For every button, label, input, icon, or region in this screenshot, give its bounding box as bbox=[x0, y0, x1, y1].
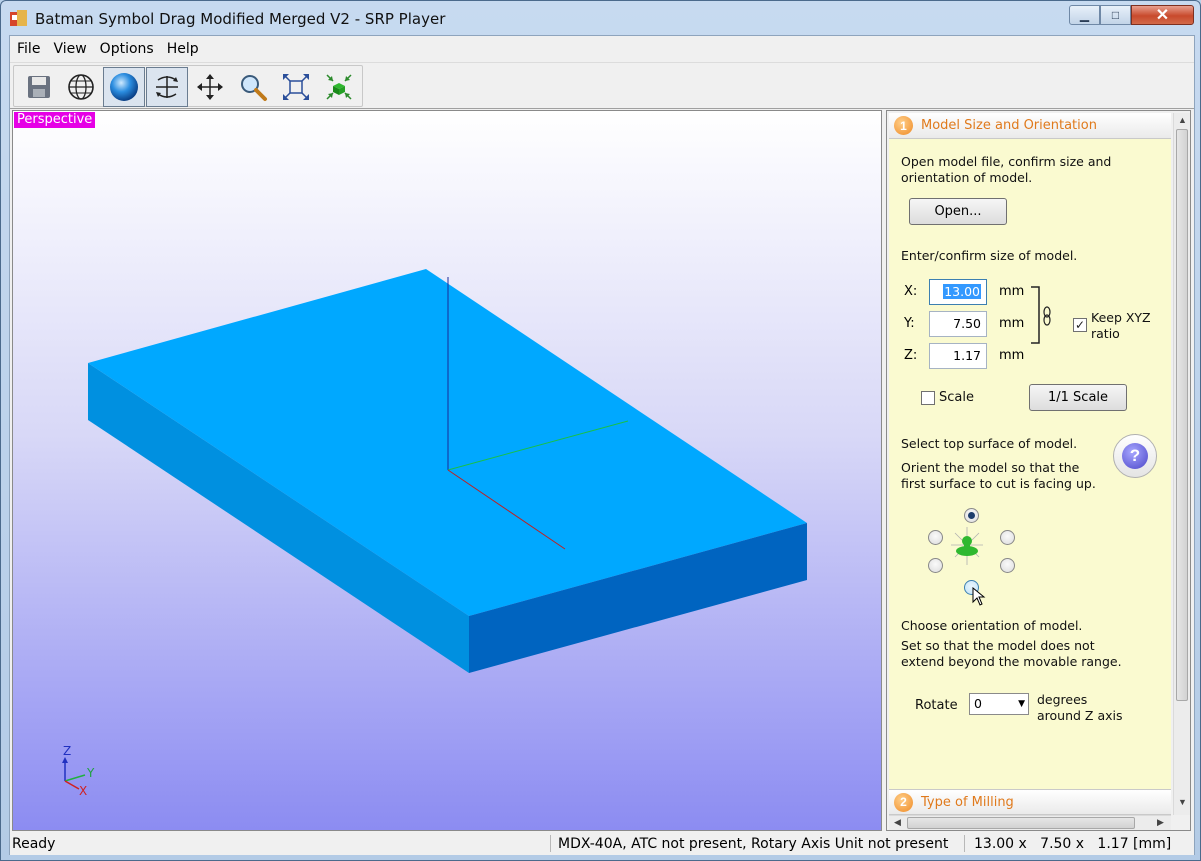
scale-label: Scale bbox=[939, 390, 974, 405]
orientation-left-top-radio[interactable] bbox=[928, 530, 943, 545]
rotate-select[interactable]: 0 ▼ bbox=[969, 693, 1029, 715]
orientation-right-top-radio[interactable] bbox=[1000, 530, 1015, 545]
triad-y-label: Y bbox=[86, 766, 95, 780]
panel-vertical-scrollbar[interactable]: ▲ ▼ bbox=[1173, 113, 1190, 815]
menu-bar: File View Options Help bbox=[10, 36, 1194, 63]
menu-help[interactable]: Help bbox=[160, 41, 205, 57]
x-unit: mm bbox=[999, 284, 1025, 299]
scroll-down-icon[interactable]: ▼ bbox=[1178, 797, 1187, 807]
help-button[interactable]: ? bbox=[1113, 434, 1157, 478]
step-number-badge: 2 bbox=[894, 792, 913, 812]
pan-view-icon bbox=[197, 74, 223, 100]
status-divider bbox=[550, 835, 551, 852]
wireframe-view-button[interactable] bbox=[60, 67, 102, 107]
view-model-button[interactable] bbox=[318, 67, 360, 107]
view-model-icon bbox=[326, 74, 352, 100]
keep-ratio-checkbox[interactable]: ✓ bbox=[1073, 318, 1087, 332]
z-unit: mm bbox=[999, 348, 1025, 363]
help-icon: ? bbox=[1122, 443, 1148, 469]
menu-file[interactable]: File bbox=[10, 41, 46, 57]
maximize-button[interactable]: □ bbox=[1100, 5, 1131, 25]
mouse-cursor-icon bbox=[972, 587, 986, 606]
top-surface-heading: Select top surface of model. bbox=[901, 436, 1078, 451]
status-bar: Ready MDX-40A, ATC not present, Rotary A… bbox=[10, 833, 1194, 855]
fit-to-window-button[interactable] bbox=[275, 67, 317, 107]
pan-view-button[interactable] bbox=[189, 67, 231, 107]
wireframe-globe-icon bbox=[68, 74, 94, 100]
axis-triad: Z Y X bbox=[62, 744, 95, 798]
status-machine: MDX-40A, ATC not present, Rotary Axis Un… bbox=[558, 836, 949, 852]
chevron-down-icon: ▼ bbox=[1018, 699, 1025, 709]
y-label: Y: bbox=[904, 316, 915, 331]
title-bar[interactable]: Batman Symbol Drag Modified Merged V2 - … bbox=[1, 1, 1200, 35]
minimize-button[interactable]: ▁ bbox=[1069, 5, 1100, 25]
link-bracket-icon bbox=[1031, 286, 1051, 344]
close-button[interactable]: ✕ bbox=[1131, 5, 1194, 25]
app-icon bbox=[10, 10, 27, 26]
status-dimensions: 13.00 x 7.50 x 1.17 [mm] bbox=[974, 836, 1172, 852]
scroll-up-icon[interactable]: ▲ bbox=[1178, 115, 1187, 125]
zoom-button[interactable] bbox=[232, 67, 274, 107]
app-window: Batman Symbol Drag Modified Merged V2 - … bbox=[0, 0, 1201, 861]
one-to-one-scale-button[interactable]: 1/1 Scale bbox=[1029, 384, 1127, 411]
orientation-description: Set so that the model does not extend be… bbox=[901, 638, 1122, 669]
scroll-right-icon[interactable]: ▶ bbox=[1157, 817, 1164, 828]
menu-view[interactable]: View bbox=[46, 41, 92, 57]
3d-viewport[interactable]: Perspective Z Y X bbox=[12, 110, 882, 831]
status-state: Ready bbox=[12, 836, 56, 852]
section-type-of-milling-header[interactable]: 2 Type of Milling bbox=[889, 789, 1171, 815]
rotate-selected-value: 0 bbox=[974, 696, 982, 711]
orientation-heading: Choose orientation of model. bbox=[901, 618, 1083, 633]
model-scene: Z Y X bbox=[62, 269, 807, 798]
scale-checkbox[interactable] bbox=[921, 391, 935, 405]
orientation-top-radio[interactable] bbox=[964, 508, 979, 523]
z-size-input[interactable]: 1.17 bbox=[929, 343, 987, 369]
triad-x-label: X bbox=[79, 784, 87, 798]
x-size-input[interactable]: 13.00 bbox=[929, 279, 987, 305]
save-icon bbox=[28, 76, 50, 98]
orientation-figure-icon bbox=[951, 527, 983, 565]
keep-ratio-label: Keep XYZ ratio bbox=[1091, 310, 1151, 341]
orientation-right-bottom-radio[interactable] bbox=[1000, 558, 1015, 573]
vertical-scroll-thumb[interactable] bbox=[1176, 129, 1188, 701]
shaded-view-button[interactable] bbox=[103, 67, 145, 107]
orientation-left-bottom-radio[interactable] bbox=[928, 558, 943, 573]
window-title: Batman Symbol Drag Modified Merged V2 - … bbox=[35, 10, 446, 28]
status-divider bbox=[964, 835, 965, 852]
toolbar bbox=[10, 63, 1194, 109]
panel-horizontal-scrollbar[interactable]: ◀ ▶ bbox=[889, 815, 1171, 830]
side-panel-content: 1 Model Size and Orientation Open model … bbox=[889, 113, 1171, 815]
fit-to-window-icon bbox=[283, 74, 309, 100]
open-button[interactable]: Open... bbox=[909, 198, 1007, 225]
x-label: X: bbox=[904, 284, 918, 299]
step-number-badge: 1 bbox=[894, 116, 913, 135]
z-label: Z: bbox=[904, 348, 918, 363]
side-panel: 1 Model Size and Orientation Open model … bbox=[886, 110, 1191, 831]
y-size-input[interactable]: 7.50 bbox=[929, 311, 987, 337]
zoom-icon bbox=[241, 75, 267, 101]
top-surface-description: Orient the model so that the first surfa… bbox=[901, 460, 1096, 491]
shaded-sphere-icon bbox=[110, 73, 138, 101]
rotate-view-icon bbox=[156, 76, 178, 98]
menu-options[interactable]: Options bbox=[93, 41, 160, 57]
rotate-unit-label: degrees around Z axis bbox=[1037, 692, 1123, 723]
size-prompt-text: Enter/confirm size of model. bbox=[901, 248, 1078, 263]
rotate-view-button[interactable] bbox=[146, 67, 188, 107]
x-size-value: 13.00 bbox=[943, 284, 981, 299]
triad-z-label: Z bbox=[63, 744, 71, 758]
section-title: Model Size and Orientation bbox=[921, 118, 1097, 133]
section-title: Type of Milling bbox=[921, 794, 1014, 810]
section-model-size-header[interactable]: 1 Model Size and Orientation bbox=[889, 113, 1171, 139]
scroll-left-icon[interactable]: ◀ bbox=[894, 817, 901, 828]
intro-text: Open model file, confirm size and orient… bbox=[901, 154, 1112, 185]
rotate-label: Rotate bbox=[915, 698, 958, 713]
horizontal-scroll-thumb[interactable] bbox=[907, 817, 1135, 829]
y-unit: mm bbox=[999, 316, 1025, 331]
client-area: File View Options Help Perspective Z Y X… bbox=[9, 35, 1195, 855]
save-button[interactable] bbox=[18, 67, 60, 107]
